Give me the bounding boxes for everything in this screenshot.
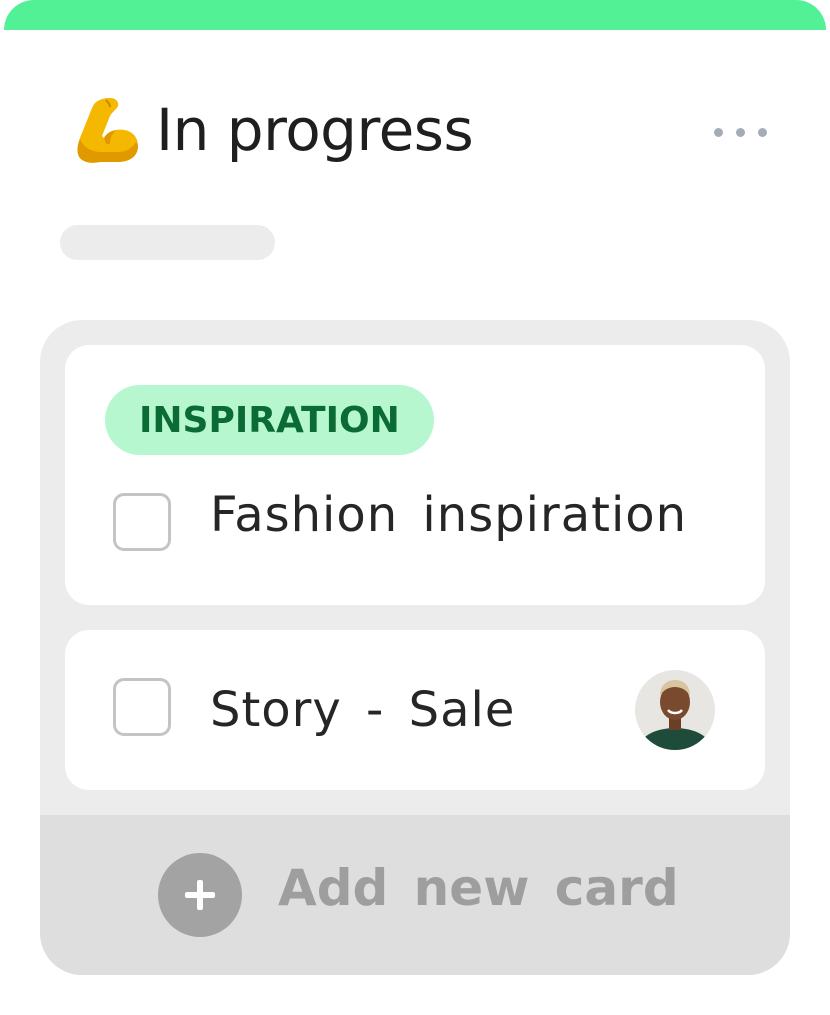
task-checkbox[interactable]	[113, 678, 171, 736]
task-card[interactable]: Story - Sale	[65, 630, 765, 790]
add-card-button[interactable]: Add new card	[40, 815, 790, 975]
dot-icon	[735, 127, 745, 137]
flexed-biceps-icon	[77, 98, 138, 163]
card-title: Fashion inspiration	[210, 487, 688, 543]
column-header: In progress	[70, 80, 474, 180]
column-accent-bar	[4, 0, 826, 30]
plus-circle-icon	[158, 853, 242, 937]
column-title: In progress	[156, 96, 474, 164]
card-list: INSPIRATION Fashion inspiration Story - …	[40, 320, 790, 975]
description-placeholder	[60, 225, 275, 260]
tag-badge: INSPIRATION	[105, 385, 434, 455]
more-options-button[interactable]	[700, 114, 780, 150]
task-card[interactable]: INSPIRATION Fashion inspiration	[65, 345, 765, 605]
task-checkbox[interactable]	[113, 493, 171, 551]
card-title: Story - Sale	[210, 682, 516, 738]
assignee-avatar[interactable]	[635, 670, 715, 750]
dot-icon	[757, 127, 767, 137]
kanban-column: In progress INSPIRATION Fashion inspirat…	[0, 0, 830, 1015]
add-card-label: Add new card	[278, 859, 679, 917]
dot-icon	[713, 127, 723, 137]
